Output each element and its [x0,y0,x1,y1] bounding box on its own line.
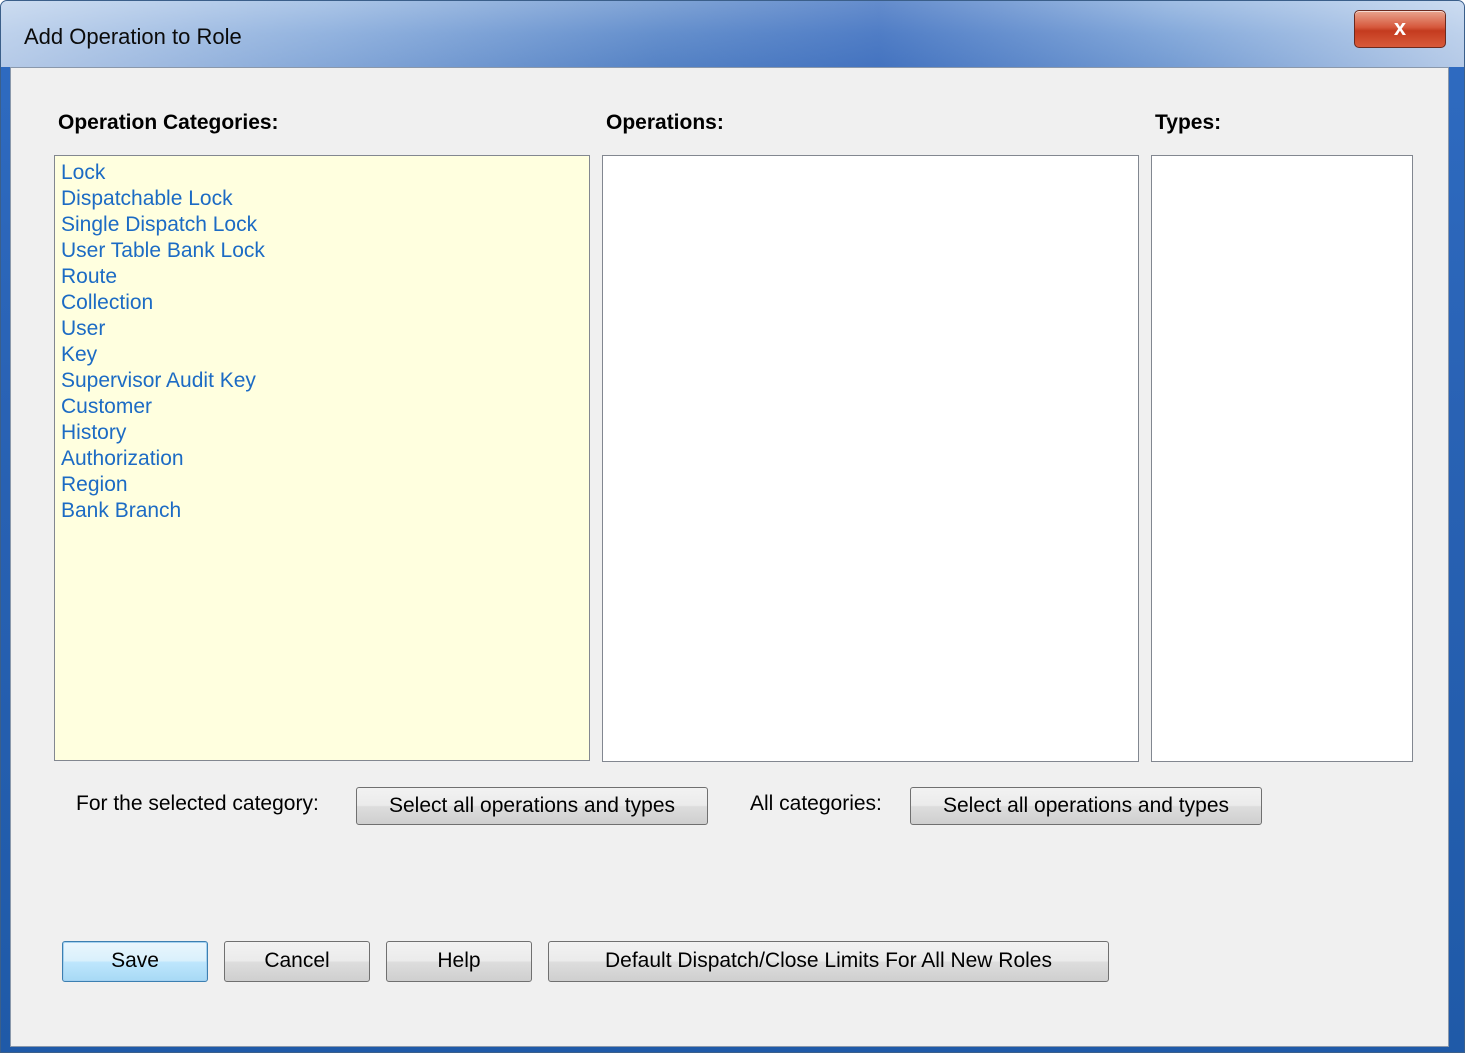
categories-header: Operation Categories: [58,111,279,134]
close-button[interactable]: x [1354,10,1446,48]
category-list-item[interactable]: Region [55,472,589,498]
category-list-item[interactable]: Customer [55,394,589,420]
category-list-item[interactable]: History [55,420,589,446]
category-list-item[interactable]: Single Dispatch Lock [55,212,589,238]
category-list-item[interactable]: User [55,316,589,342]
category-list-item[interactable]: Key [55,342,589,368]
select-all-all-categories-button[interactable]: Select all operations and types [910,787,1262,825]
dialog-window: Add Operation to Role x Operation Catego… [0,0,1465,1053]
dialog-client-area: Operation Categories: Operations: Types:… [10,67,1449,1047]
category-list-item[interactable]: User Table Bank Lock [55,238,589,264]
category-list-item[interactable]: Collection [55,290,589,316]
all-categories-label: All categories: [750,792,882,815]
select-all-selected-category-button[interactable]: Select all operations and types [356,787,708,825]
category-list-item[interactable]: Supervisor Audit Key [55,368,589,394]
category-list-item[interactable]: Lock [55,160,589,186]
types-header: Types: [1155,111,1222,134]
category-list-item[interactable]: Bank Branch [55,498,589,524]
category-list-item[interactable]: Dispatchable Lock [55,186,589,212]
window-title: Add Operation to Role [24,24,242,49]
category-list-item[interactable]: Authorization [55,446,589,472]
category-list-item[interactable]: Route [55,264,589,290]
selected-category-label: For the selected category: [76,792,319,815]
types-listbox[interactable] [1151,155,1413,762]
operations-header: Operations: [606,111,724,134]
operations-listbox[interactable] [602,155,1139,762]
close-icon: x [1393,15,1407,40]
help-button[interactable]: Help [386,941,532,982]
categories-listbox[interactable]: Lock Dispatchable Lock Single Dispatch Loc… [54,155,590,761]
cancel-button[interactable]: Cancel [224,941,370,982]
save-button[interactable]: Save [62,941,208,982]
title-bar[interactable]: Add Operation to Role x [1,1,1464,67]
default-limits-button[interactable]: Default Dispatch/Close Limits For All Ne… [548,941,1109,982]
